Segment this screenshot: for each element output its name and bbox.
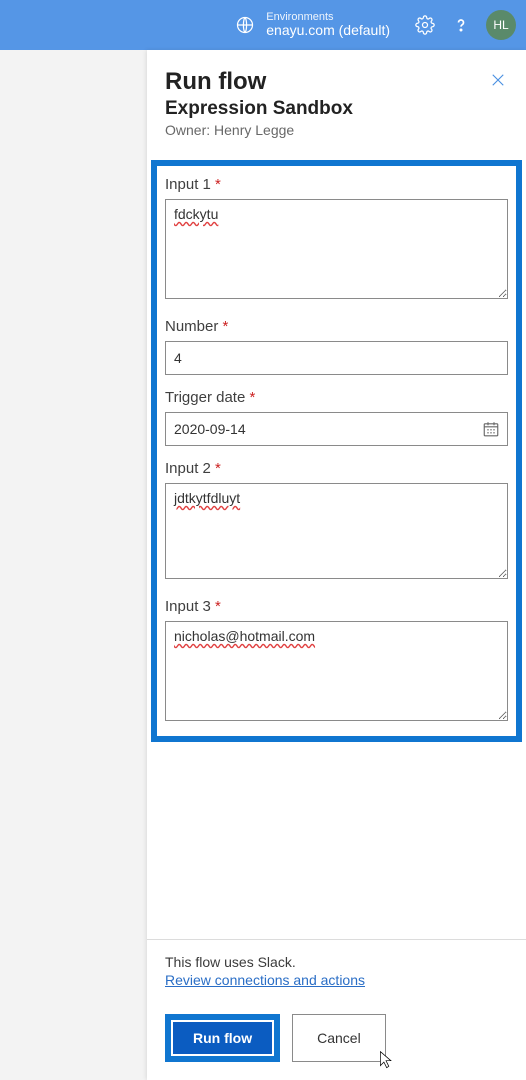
flow-uses-text: This flow uses Slack. [165, 954, 508, 970]
environment-label-block: Environments enayu.com (default) [266, 11, 390, 38]
cancel-button[interactable]: Cancel [292, 1014, 386, 1062]
input-number[interactable] [165, 341, 508, 375]
app-header: Environments enayu.com (default) HL [0, 0, 526, 50]
field-input-1: Input 1 * [165, 176, 508, 304]
help-icon[interactable] [450, 14, 472, 36]
calendar-icon[interactable] [482, 420, 500, 438]
field-input-2: Input 2 * [165, 460, 508, 584]
field-number: Number * [165, 318, 508, 375]
label-trigger-date: Trigger date * [165, 389, 508, 406]
textarea-input-2[interactable] [165, 483, 508, 579]
environment-label: Environments [266, 11, 390, 23]
gear-icon[interactable] [414, 14, 436, 36]
globe-icon [234, 14, 256, 36]
label-input-2: Input 2 * [165, 460, 508, 477]
review-connections-link[interactable]: Review connections and actions [165, 972, 365, 988]
textarea-input-3[interactable] [165, 621, 508, 721]
run-flow-highlight: Run flow [165, 1014, 280, 1062]
label-input-1: Input 1 * [165, 176, 508, 193]
panel-footer: This flow uses Slack. Review connections… [147, 939, 526, 1080]
run-flow-panel: Run flow Expression Sandbox Owner: Henry… [147, 50, 526, 1080]
close-icon[interactable] [484, 66, 512, 94]
label-input-3: Input 3 * [165, 598, 508, 615]
textarea-input-1[interactable] [165, 199, 508, 299]
avatar-initials: HL [493, 18, 508, 32]
panel-title: Run flow [165, 68, 506, 96]
panel-header: Run flow Expression Sandbox Owner: Henry… [147, 50, 526, 150]
field-trigger-date: Trigger date * [165, 389, 508, 446]
avatar[interactable]: HL [486, 10, 516, 40]
label-number: Number * [165, 318, 508, 335]
environment-picker[interactable]: Environments enayu.com (default) [234, 11, 390, 38]
input-trigger-date[interactable] [165, 412, 508, 446]
cursor-pointer-icon [379, 1050, 393, 1070]
run-flow-button[interactable]: Run flow [173, 1022, 272, 1054]
field-input-3: Input 3 * [165, 598, 508, 726]
flow-name: Expression Sandbox [165, 98, 506, 120]
environment-name: enayu.com (default) [266, 23, 390, 38]
form-inputs-section: Input 1 * Number * Trigger date * [151, 160, 522, 742]
button-row: Run flow Cancel [165, 1014, 508, 1062]
flow-owner: Owner: Henry Legge [165, 122, 506, 138]
